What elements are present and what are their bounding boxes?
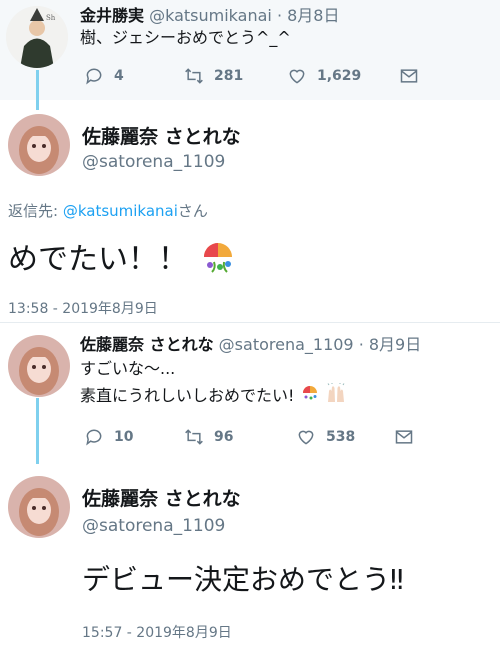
dm-button[interactable] <box>394 427 414 447</box>
party-popper-emoji <box>300 383 320 410</box>
retweet-icon <box>185 68 203 84</box>
party-popper-emoji <box>198 237 238 285</box>
raised-hands-emoji <box>325 383 347 410</box>
reply-context: 返信先: @katsumikanaiさん <box>8 200 208 221</box>
avatar-satorena[interactable] <box>8 114 70 176</box>
tweet-3[interactable]: 佐藤麗奈 さとれな @satorena_1109 · 8月9日 すごいな〜...… <box>0 323 500 458</box>
tweet-1-author-name[interactable]: 金井勝実 <box>80 6 144 25</box>
tweet-4-text: デビュー決定おめでとう‼ <box>82 563 404 596</box>
heart-icon <box>298 430 314 445</box>
tweet-2-author-name[interactable]: 佐藤麗奈 さとれな <box>82 122 241 149</box>
tweet-2-timestamp[interactable]: 13:58 - 2019年8月9日 <box>8 298 158 318</box>
tweet-1-text: 樹、ジェシーおめでとう^_^ <box>80 28 291 47</box>
avatar-katsumikanai[interactable]: Sh <box>6 6 68 68</box>
retweet-icon <box>185 429 203 445</box>
envelope-icon <box>395 430 413 444</box>
reply-button[interactable]: 4 <box>84 66 184 86</box>
reply-prefix: 返信先: <box>8 202 63 220</box>
tweet-3-line-1: すごいな〜... <box>80 359 176 378</box>
retweet-button[interactable]: 281 <box>184 66 287 86</box>
reply-count: 10 <box>114 429 134 445</box>
tweet-1[interactable]: Sh 金井勝実 @katsumikanai · 8月8日 樹、ジェシーおめでとう… <box>0 0 500 100</box>
tweet-3-actions: 10 96 538 <box>84 427 414 447</box>
tweet-1-actions: 4 281 1,629 <box>84 66 419 86</box>
tweet-4-author-name[interactable]: 佐藤麗奈 さとれな <box>82 484 241 511</box>
reply-count: 4 <box>114 68 124 84</box>
tweet-3-author-name[interactable]: 佐藤麗奈 さとれな <box>80 335 214 354</box>
reply-icon <box>86 68 102 85</box>
tweet-4-timestamp[interactable]: 15:57 - 2019年8月9日 <box>82 622 232 642</box>
tweet-1-date[interactable]: · 8月8日 <box>277 6 340 25</box>
heart-icon <box>289 69 305 84</box>
tweet-3-date[interactable]: · 8月9日 <box>359 335 422 354</box>
tweet-3-line-2-row: 素直にうれしいしおめでたい! <box>80 383 347 410</box>
like-button[interactable]: 538 <box>296 427 394 447</box>
tweet-4[interactable]: 佐藤麗奈 さとれな @satorena_1109 デビュー決定おめでとう‼ 15… <box>0 466 500 648</box>
reply-button[interactable]: 10 <box>84 427 184 447</box>
dm-button[interactable] <box>399 66 419 86</box>
like-count: 1,629 <box>317 68 362 84</box>
tweet-3-line-2: 素直にうれしいしおめでたい! <box>80 386 295 405</box>
like-button[interactable]: 1,629 <box>287 66 399 86</box>
tweet-4-handle[interactable]: @satorena_1109 <box>82 516 225 536</box>
reply-to-link[interactable]: @katsumikanai <box>63 202 178 220</box>
tweet-3-handle[interactable]: @satorena_1109 <box>219 335 354 354</box>
tweet-1-handle[interactable]: @katsumikanai <box>149 6 272 25</box>
retweet-count: 281 <box>214 68 244 84</box>
reply-suffix: さん <box>177 202 208 220</box>
avatar-satorena[interactable] <box>8 335 70 397</box>
tweet-2[interactable]: 佐藤麗奈 さとれな @satorena_1109 返信先: @katsumika… <box>0 110 500 320</box>
reply-icon <box>86 429 102 446</box>
thread-line <box>36 398 39 464</box>
tweet-2-handle[interactable]: @satorena_1109 <box>82 152 225 172</box>
envelope-icon <box>400 69 418 83</box>
thread-line <box>36 70 39 110</box>
tweet-2-text: めでたい！！ <box>8 234 238 285</box>
tweet-2-text-content: めでたい！！ <box>8 242 188 277</box>
avatar-satorena[interactable] <box>8 476 70 538</box>
svg-text:Sh: Sh <box>46 14 56 22</box>
retweet-button[interactable]: 96 <box>184 427 296 447</box>
like-count: 538 <box>326 429 356 445</box>
retweet-count: 96 <box>214 429 234 445</box>
